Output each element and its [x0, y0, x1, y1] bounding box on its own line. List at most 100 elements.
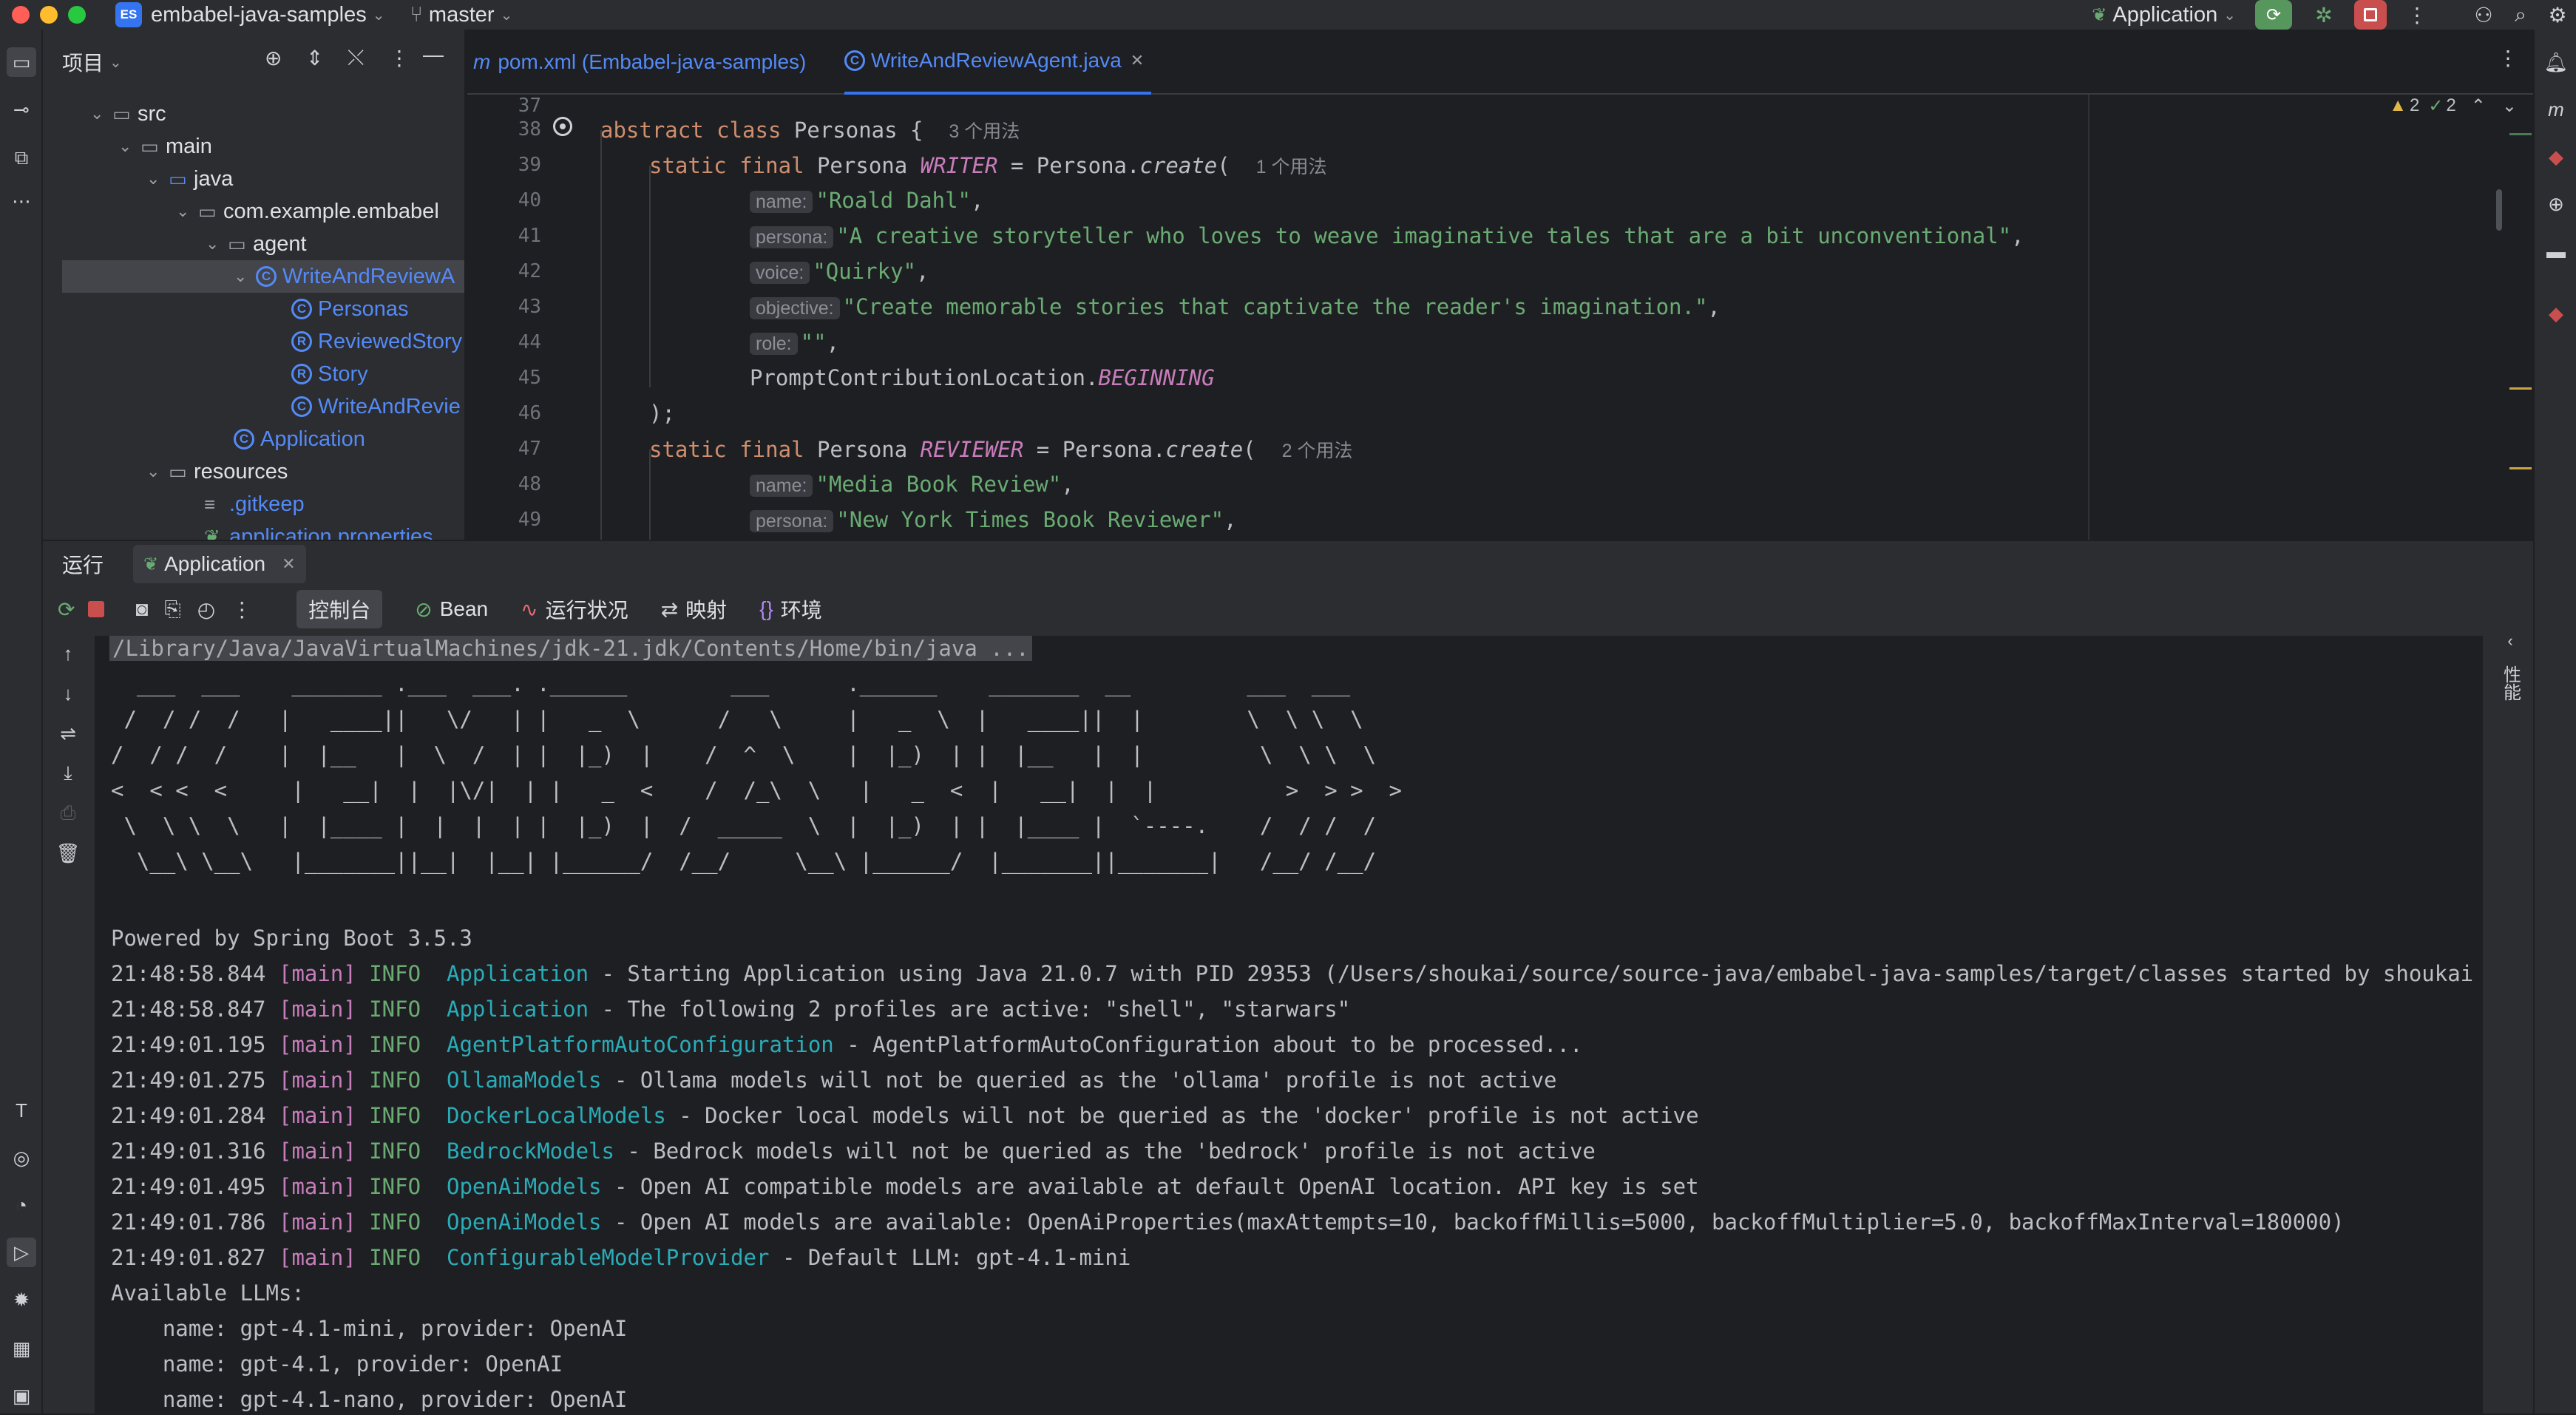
services-icon[interactable]: ◎ [7, 1143, 36, 1173]
maven-icon[interactable]: m [2541, 95, 2571, 124]
tab-write-and-review-agent[interactable]: C WriteAndReviewAgent.java ✕ [844, 30, 1152, 95]
run-tab-application[interactable]: ❦ Application ✕ [133, 545, 306, 583]
locate-icon[interactable]: ⊕ [265, 46, 282, 70]
project-badge[interactable]: ES [115, 2, 142, 27]
tree-item[interactable]: ≡ .gitkeep [204, 488, 305, 520]
commit-icon[interactable]: ⊸ [7, 95, 36, 124]
panel-title[interactable]: 项目 [62, 47, 104, 77]
problems-icon[interactable]: ▦ [7, 1334, 36, 1363]
chevron-down-icon[interactable]: ⌄ [2502, 95, 2517, 117]
arrow-down-icon[interactable]: ↓ [53, 679, 83, 708]
tree-item[interactable]: ⌄ ▭ main [118, 130, 212, 163]
branch-name[interactable]: master [429, 3, 495, 27]
folder-icon[interactable]: ▭ [7, 47, 36, 77]
run-config-selector[interactable]: Application [2112, 3, 2217, 27]
chevron-down-icon[interactable]: ⌄ [234, 267, 256, 286]
trash-icon[interactable]: 🗑︎ [53, 838, 83, 868]
tree-item[interactable]: C Application [234, 423, 365, 455]
stop-button[interactable] [2354, 0, 2387, 30]
close-icon[interactable]: ✕ [282, 554, 295, 574]
tree-item[interactable]: ⌄ ▭ java [146, 163, 233, 195]
hammer-icon[interactable]: T [7, 1096, 36, 1125]
expand-icon[interactable]: ⇕ [306, 46, 323, 70]
tree-item[interactable]: C Personas [291, 293, 409, 325]
tree-item[interactable]: R Story [291, 358, 368, 390]
terminal-icon[interactable]: ▣ [7, 1381, 36, 1411]
stop-icon[interactable] [88, 601, 105, 617]
tab-mappings[interactable]: ⇄ 映射 [661, 594, 727, 624]
chevron-down-icon[interactable]: ⌄ [2223, 6, 2236, 24]
more-icon[interactable]: ⋮ [231, 597, 252, 622]
minimize-window-button[interactable] [40, 6, 58, 24]
camera-icon[interactable]: ◙ [135, 597, 148, 621]
soft-wrap-icon[interactable]: ⇌ [53, 719, 83, 748]
collapse-icon[interactable]: ⤬ [348, 46, 364, 70]
bookmarks-icon[interactable]: ▬ [2541, 237, 2571, 266]
tree-item[interactable]: ⌄ ▭ agent [206, 228, 307, 260]
rerun-icon[interactable]: ⟳ [58, 597, 75, 622]
plugin-icon[interactable]: ◆ [2541, 142, 2571, 172]
console-command: /Library/Java/JavaVirtualMachines/jdk-21… [109, 636, 1032, 661]
line-number: 45 [518, 367, 541, 389]
close-icon[interactable]: ✕ [1131, 51, 1144, 70]
bug-icon[interactable]: ✹ [7, 1285, 36, 1314]
notifications-icon[interactable]: 🔔︎ [2541, 47, 2571, 77]
maximize-window-button[interactable] [68, 6, 86, 24]
tab-pom-xml[interactable]: m pom.xml (Embabel-java-samples) [473, 30, 806, 95]
code-editor[interactable]: ▲ 2 ✓ 2 ⌃ ⌄ 37 38 39 40 41 42 43 44 45 46 … [467, 95, 2533, 540]
plugin-icon[interactable]: ◆ [2541, 299, 2571, 328]
tree-item[interactable]: ❦ application.properties [204, 520, 433, 540]
tree-item[interactable]: ⌄ ▭ src [90, 98, 166, 130]
more-icon[interactable]: ⋮ [2498, 46, 2518, 70]
run-tool-icon[interactable]: ▷ [7, 1238, 36, 1267]
close-window-button[interactable] [12, 6, 30, 24]
tree-item[interactable]: ⌄ ▭ com.example.embabel [176, 195, 439, 228]
add-user-icon[interactable]: ⚇ [2465, 0, 2502, 30]
chevron-down-icon[interactable]: ⌄ [501, 6, 513, 24]
chevron-up-icon[interactable]: ⌃ [2471, 95, 2486, 117]
chevron-down-icon[interactable]: ⌄ [109, 53, 122, 72]
gear-icon[interactable]: ⚙ [2539, 0, 2576, 30]
tree-item[interactable]: ⌄ ▭ resources [146, 455, 288, 488]
chevron-down-icon[interactable]: ⌄ [90, 104, 112, 123]
chevron-down-icon[interactable]: ⌄ [146, 462, 169, 481]
tab-beans[interactable]: ⊘ Bean [415, 597, 488, 622]
gauge-icon[interactable]: ◴ [197, 597, 215, 622]
search-icon[interactable]: ⌕ [2502, 0, 2539, 30]
chevron-down-icon[interactable]: ⌄ [373, 6, 385, 24]
tab-health[interactable]: ∿ 运行状况 [521, 594, 628, 624]
performance-side-tab[interactable]: ‹ 性能 [2492, 631, 2529, 779]
tree-item[interactable]: R ReviewedStory [291, 325, 462, 358]
more-tools-icon[interactable]: ⋯ [7, 186, 36, 216]
globe-icon[interactable]: ⊕ [2541, 189, 2571, 219]
structure-icon[interactable]: ⧉ [7, 143, 36, 173]
console-output[interactable]: /Library/Java/JavaVirtualMachines/jdk-21… [95, 636, 2483, 1415]
profiler-icon[interactable]: ◔ [7, 1190, 36, 1220]
more-actions-icon[interactable]: ⋮ [2399, 0, 2436, 30]
tree-item-selected[interactable]: ⌄ C WriteAndReviewA [62, 260, 464, 293]
more-icon[interactable]: ⋮ [389, 46, 410, 70]
tab-console[interactable]: 控制台 [296, 590, 383, 628]
arrow-up-icon[interactable]: ↑ [53, 639, 83, 668]
scrollbar-thumb[interactable] [2496, 189, 2502, 231]
usages-hint[interactable]: 3 个用法 [949, 121, 1020, 142]
tree-item[interactable]: C WriteAndRevie [291, 390, 461, 423]
print-icon[interactable]: ⎙ [53, 798, 83, 828]
scroll-to-end-icon[interactable]: ⤓ [53, 759, 83, 788]
chevron-down-icon[interactable]: ⌄ [206, 234, 228, 254]
rerun-button[interactable]: ⟳ [2255, 0, 2292, 30]
line-number: 48 [518, 473, 541, 495]
usages-hint[interactable]: 2 个用法 [1282, 441, 1353, 461]
project-name[interactable]: embabel-java-samples [151, 3, 367, 27]
usages-hint[interactable]: 1 个用法 [1256, 157, 1327, 177]
chevron-down-icon[interactable]: ⌄ [176, 202, 198, 221]
inspection-widget[interactable]: ▲ 2 ✓ 2 ⌃ ⌄ [2389, 95, 2517, 117]
tab-environment[interactable]: {} 环境 [759, 594, 822, 624]
debug-icon[interactable]: ✲ [2305, 0, 2342, 30]
chevron-down-icon[interactable]: ⌄ [118, 137, 140, 156]
chevron-left-icon[interactable]: ‹ [2507, 631, 2512, 651]
exit-icon[interactable]: ⎘ [164, 597, 180, 622]
chevron-down-icon[interactable]: ⌄ [146, 169, 169, 189]
hide-icon[interactable]: — [423, 43, 444, 67]
implementation-gutter-icon[interactable] [553, 117, 572, 136]
